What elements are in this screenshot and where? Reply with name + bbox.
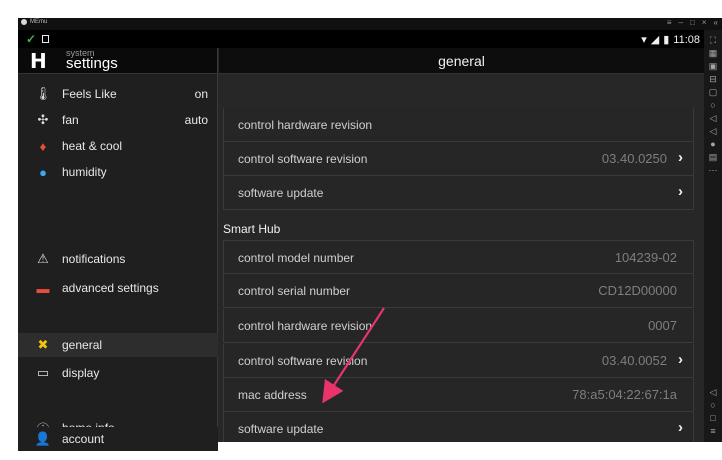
battery-icon: ▮ (663, 34, 670, 46)
row-control-software-revision-hub[interactable]: control software revision 03.40.0052 › (223, 344, 694, 378)
sidebar-item-advanced-settings[interactable]: ▬ advanced settings (18, 276, 218, 300)
apk-icon[interactable]: ▣ (704, 60, 722, 73)
row-mac-address: mac address 78:a5:04:22:67:1a (223, 378, 694, 412)
general-panel: general control hardware revision contro… (219, 48, 704, 442)
screen-icon[interactable]: ▢ (704, 86, 722, 99)
maximize-icon[interactable]: □ (690, 18, 695, 27)
sidebar-item-display[interactable]: ▭ display (18, 361, 218, 385)
sidebar-item-label: display (62, 366, 100, 380)
row-label: software update (238, 186, 324, 200)
row-value: 03.40.0052 (601, 353, 667, 368)
tools-icon: ✖ (37, 337, 49, 352)
row-label: control model number (238, 251, 355, 265)
wifi-icon: ▾ (641, 34, 647, 46)
sidebar-item-label: Feels Like (62, 87, 117, 101)
keyboard-icon[interactable]: ▦ (704, 47, 722, 60)
droplet-icon: ● (39, 164, 47, 180)
settings-sidebar: H system settings 🌡 Feels Like on ✣ fan … (18, 48, 218, 442)
row-software-update-hub[interactable]: software update › (223, 412, 694, 442)
row-control-model-number: control model number 104239-02 (223, 240, 694, 274)
heat-cool-icon: ♦ (39, 138, 47, 154)
sidebar-item-account[interactable]: 👤 account (18, 427, 218, 451)
emulator-title-bar: MEmu ≡ – □ × « (18, 18, 722, 30)
back-icon[interactable]: ◁ (704, 386, 722, 399)
row-label: control hardware revision (238, 319, 373, 333)
chevron-right-icon: › (678, 183, 683, 200)
breadcrumb-current: settings (66, 55, 118, 72)
row-value: 104239-02 (614, 250, 677, 265)
row-label: mac address (238, 388, 307, 402)
home-icon[interactable]: ○ (704, 399, 722, 412)
row-software-update[interactable]: software update › (223, 176, 694, 210)
signal-icon: ◢ (650, 34, 660, 46)
page-title: general (219, 48, 704, 74)
sidebar-item-feels-like[interactable]: 🌡 Feels Like on (18, 82, 218, 106)
close-icon[interactable]: × (702, 18, 707, 27)
person-icon: 👤 (34, 431, 52, 446)
emulator-logo-icon (21, 19, 27, 25)
row-label: control hardware revision (238, 118, 373, 132)
sidebar-item-heat-cool[interactable]: ♦ heat & cool (18, 134, 218, 158)
chevron-right-icon: › (678, 149, 683, 166)
sidebar-item-general[interactable]: ✖ general (18, 333, 218, 357)
emulator-title-text: MEmu (30, 19, 48, 25)
row-label: control software revision (238, 354, 368, 368)
row-control-hardware-revision: control hardware revision (223, 108, 694, 142)
sidebar-item-label: advanced settings (62, 281, 159, 295)
location-icon[interactable]: ● (704, 138, 722, 151)
fan-icon: ✣ (37, 112, 49, 127)
warning-icon: ⚠ (37, 251, 49, 266)
rotate-icon[interactable]: ⊟ (704, 73, 722, 86)
row-control-software-revision[interactable]: control software revision 03.40.0250 › (223, 142, 694, 176)
status-time: 11:08 (673, 33, 700, 46)
row-control-serial-number: control serial number CD12D00000 (223, 274, 694, 308)
row-control-hardware-revision-hub: control hardware revision 0007 (223, 309, 694, 343)
chevron-right-icon: › (678, 351, 683, 368)
row-value: 03.40.0250 (601, 151, 667, 166)
row-label: software update (238, 422, 324, 436)
sidebar-item-fan[interactable]: ✣ fan auto (18, 108, 218, 132)
row-label: control serial number (238, 284, 351, 298)
folder-icon[interactable]: ▤ (704, 151, 722, 164)
thermostat-app: H system settings 🌡 Feels Like on ✣ fan … (18, 48, 704, 442)
toolbox-icon: ▬ (36, 280, 50, 296)
row-value: 0007 (648, 318, 677, 333)
sidebar-item-value: auto (184, 113, 208, 127)
sidebar-item-humidity[interactable]: ● humidity (18, 160, 218, 184)
row-label: control software revision (238, 152, 368, 166)
menu-lines-icon[interactable]: ≡ (704, 425, 722, 438)
volume-down-icon[interactable]: ◁ (704, 125, 722, 138)
notification-square-icon (42, 35, 50, 43)
android-status-bar: ✓ ▾ ◢ ▮ 11:08 (18, 30, 704, 48)
collapse-icon[interactable]: « (714, 18, 718, 27)
emulator-window: MEmu ≡ – □ × « ✓ ▾ ◢ ▮ 11:08 ⛶ ▦ ▣ ⊟ ▢ ○… (18, 18, 722, 442)
sidebar-item-label: heat & cool (62, 139, 123, 153)
sidebar-item-label: humidity (62, 165, 107, 179)
emulator-controls: ≡ – □ × « (667, 18, 718, 27)
sidebar-item-label: general (62, 338, 103, 352)
recents-icon[interactable]: □ (704, 412, 722, 425)
expand-icon[interactable]: ⛶ (704, 34, 722, 47)
sidebar-header: H system settings (18, 48, 217, 74)
sidebar-item-label: account (62, 432, 105, 446)
minimize-icon[interactable]: – (679, 18, 683, 27)
sidebar-item-value: on (194, 87, 208, 101)
display-icon: ▭ (36, 365, 50, 380)
emulator-side-toolbar: ⛶ ▦ ▣ ⊟ ▢ ○ ◁ ◁ ● ▤ ⋯ ◁ ○ □ ≡ (704, 30, 722, 442)
brand-logo-icon: H (30, 49, 47, 73)
more-icon[interactable]: ⋯ (704, 164, 722, 177)
menu-icon[interactable]: ≡ (667, 18, 672, 27)
section-title-smart-hub: Smart Hub (223, 222, 281, 236)
row-value: CD12D00000 (598, 283, 677, 298)
volume-up-icon[interactable]: ◁ (704, 112, 722, 125)
thermometer-icon: 🌡 (34, 86, 52, 101)
emulator-title: MEmu (21, 19, 47, 25)
chevron-right-icon: › (678, 419, 683, 436)
sidebar-item-label: fan (62, 113, 79, 127)
check-icon: ✓ (26, 32, 37, 46)
sidebar-item-notifications[interactable]: ⚠ notifications (18, 247, 218, 271)
sidebar-item-label: notifications (62, 252, 126, 266)
shake-icon[interactable]: ○ (704, 99, 722, 112)
row-value: 78:a5:04:22:67:1a (572, 387, 677, 402)
